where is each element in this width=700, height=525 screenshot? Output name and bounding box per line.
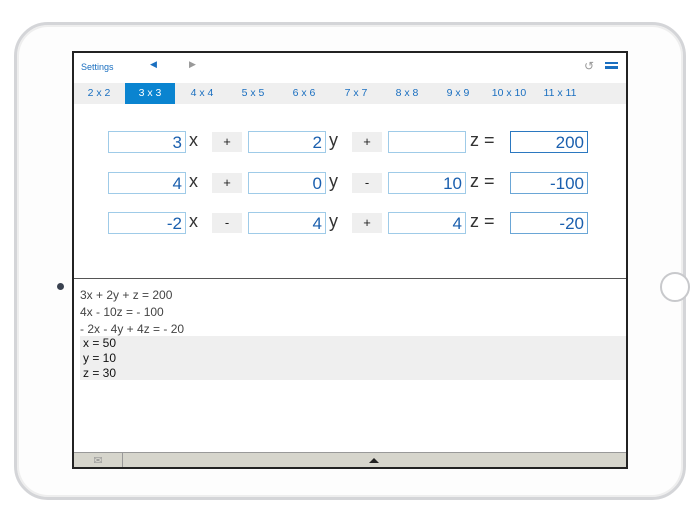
size-tabs: 2 x 23 x 34 x 45 x 56 x 67 x 78 x 89 x 9… <box>74 83 626 104</box>
equation-row: 3 x +2 y + z = 200 <box>74 130 626 153</box>
tab-2x2[interactable]: 2 x 2 <box>74 83 124 104</box>
variable-label: y <box>329 171 338 191</box>
tab-6x6[interactable]: 6 x 6 <box>279 83 329 104</box>
variable-label: z = <box>470 171 495 191</box>
result-input[interactable]: -100 <box>510 172 588 194</box>
settings-button[interactable]: Settings <box>81 62 114 72</box>
x-coefficient-input[interactable]: 4 <box>108 172 186 194</box>
variable-label: z = <box>470 211 495 231</box>
variable-label: y <box>329 211 338 231</box>
home-button[interactable] <box>660 272 690 302</box>
sign-toggle-button[interactable]: - <box>212 213 242 233</box>
sign-toggle-button[interactable]: + <box>212 132 242 152</box>
tab-11x11[interactable]: 11 x 11 <box>535 83 585 104</box>
hamburger-icon[interactable] <box>605 62 618 69</box>
tab-8x8[interactable]: 8 x 8 <box>382 83 432 104</box>
z-coefficient-input[interactable]: 10 <box>388 172 466 194</box>
solution-x: x = 50 <box>83 336 117 350</box>
equation-line: - 2x - 4y + 4z = - 20 <box>80 322 185 336</box>
tab-9x9[interactable]: 9 x 9 <box>433 83 483 104</box>
equation-row: -2 x -4 y +4 z = -20 <box>74 211 626 234</box>
sign-toggle-button[interactable]: + <box>352 213 382 233</box>
variable-label: z = <box>470 130 495 150</box>
x-coefficient-input[interactable]: 3 <box>108 131 186 153</box>
tab-4x4[interactable]: 4 x 4 <box>177 83 227 104</box>
undo-icon[interactable]: ↺ <box>584 59 594 73</box>
equation-line: 4x - 10z = - 100 <box>80 305 164 319</box>
result-input[interactable]: 200 <box>510 131 588 153</box>
result-input[interactable]: -20 <box>510 212 588 234</box>
y-coefficient-input[interactable]: 0 <box>248 172 326 194</box>
z-coefficient-input[interactable] <box>388 131 466 153</box>
tab-5x5[interactable]: 5 x 5 <box>228 83 278 104</box>
tab-10x10[interactable]: 10 x 10 <box>484 83 534 104</box>
envelope-icon[interactable]: ✉ <box>74 453 123 467</box>
app-screen: Settings ◀ ▶ ↺ 2 x 23 x 34 x 45 x 56 x 6… <box>72 51 628 469</box>
forward-arrow-icon[interactable]: ▶ <box>189 59 196 70</box>
variable-label: x <box>189 130 198 150</box>
triangle-up-icon[interactable] <box>369 458 379 463</box>
divider <box>74 278 626 279</box>
y-coefficient-input[interactable]: 4 <box>248 212 326 234</box>
solution-z: z = 30 <box>83 366 117 380</box>
z-coefficient-input[interactable]: 4 <box>388 212 466 234</box>
y-coefficient-input[interactable]: 2 <box>248 131 326 153</box>
tab-3x3[interactable]: 3 x 3 <box>125 83 175 104</box>
bottom-bar: ✉ <box>74 452 626 467</box>
tab-7x7[interactable]: 7 x 7 <box>331 83 381 104</box>
equation-line: 3x + 2y + z = 200 <box>80 288 173 302</box>
toolbar: Settings ◀ ▶ ↺ <box>74 53 626 83</box>
back-arrow-icon[interactable]: ◀ <box>150 59 157 70</box>
variable-label: x <box>189 171 198 191</box>
x-coefficient-input[interactable]: -2 <box>108 212 186 234</box>
solution-y: y = 10 <box>83 351 117 365</box>
sign-toggle-button[interactable]: + <box>352 132 382 152</box>
camera <box>57 283 64 290</box>
variable-label: y <box>329 130 338 150</box>
variable-label: x <box>189 211 198 231</box>
solution-block: x = 50 y = 10 z = 30 <box>80 336 626 380</box>
sign-toggle-button[interactable]: + <box>212 173 242 193</box>
sign-toggle-button[interactable]: - <box>352 173 382 193</box>
equation-row: 4 x +0 y -10 z = -100 <box>74 171 626 194</box>
